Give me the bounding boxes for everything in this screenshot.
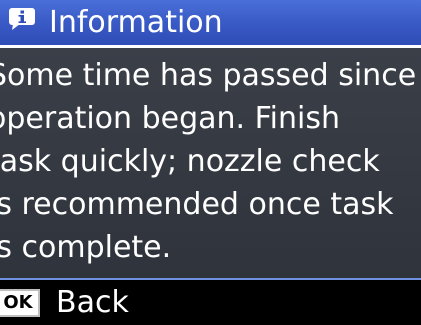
message-panel: Some time has passed since operation beg… bbox=[0, 48, 421, 280]
back-label: Back bbox=[56, 285, 129, 320]
dialog-title: Information bbox=[49, 5, 223, 40]
dialog-header: Information bbox=[0, 0, 421, 48]
dialog-footer: OK Back bbox=[0, 280, 421, 325]
info-icon bbox=[8, 7, 36, 31]
ok-button[interactable]: OK bbox=[0, 289, 40, 317]
message-text: Some time has passed since operation beg… bbox=[0, 58, 417, 265]
information-dialog: Information Some time has passed since o… bbox=[0, 0, 421, 325]
